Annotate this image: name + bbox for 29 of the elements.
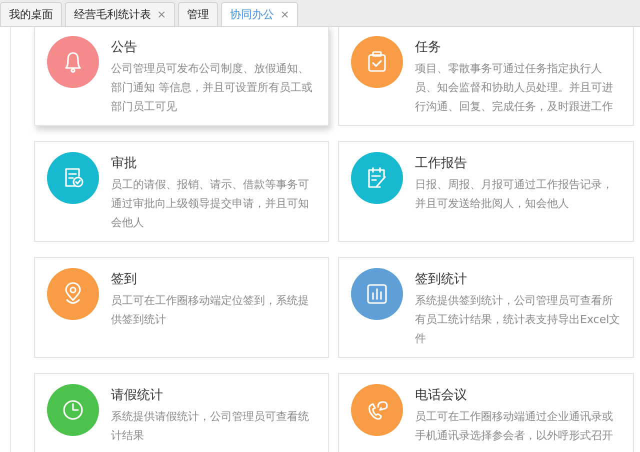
feature-card[interactable]: 签到统计 系统提供签到统计，公司管理员可查看所有员工统计结果，统计表支持导出Excel文件: [338, 257, 634, 358]
feature-card[interactable]: 工作报告 日报、周报、月报可通过工作报告记录，并且可发送给批阅人，知会他人: [338, 141, 634, 242]
card-title: 审批: [111, 155, 138, 172]
tab[interactable]: 管理: [178, 2, 218, 26]
close-icon[interactable]: ×: [280, 8, 290, 21]
card-description: 系统提供请假统计，公司管理员可查看统计结果: [111, 409, 310, 444]
card-title: 签到统计: [415, 271, 468, 288]
card-title: 任务: [415, 39, 442, 56]
card-description: 员工的请假、报销、请示、借款等事务可通过审批向上级领导提交申请，并且可知会他人: [111, 177, 310, 231]
feature-card[interactable]: 签到 员工可在工作圈移动端定位签到，系统提供签到统计: [34, 257, 329, 358]
feature-card[interactable]: 任务 项目、零散事务可通过任务指定执行人员、知会监督和协助人员处理。并且可进行沟通、回复、完成任务，及时跟进工作: [338, 27, 634, 126]
card-description: 系统提供签到统计，公司管理员可查看所有员工统计结果，统计表支持导出Excel文件: [415, 293, 622, 347]
card-description: 员工可在工作圈移动端定位签到，系统提供签到统计: [111, 293, 310, 328]
card-description: 员工可在工作圈移动端通过企业通讯录或手机通讯录选择参会者，以外呼形式召开: [415, 409, 614, 444]
feature-card[interactable]: 审批 员工的请假、报销、请示、借款等事务可通过审批向上级领导提交申请，并且可知会他人: [34, 141, 329, 242]
tab[interactable]: 经营毛利统计表 ×: [65, 2, 176, 26]
card-title: 工作报告: [415, 155, 468, 172]
card-description: 项目、零散事务可通过任务指定执行人员、知会监督和协助人员处理。并且可进行沟通、回复、完成任务，及时跟进工作: [415, 61, 614, 115]
tab[interactable]: 协同办公 ×: [221, 2, 298, 26]
tab[interactable]: 我的桌面: [0, 2, 62, 26]
feature-card[interactable]: 请假统计 系统提供请假统计，公司管理员可查看统计结果: [34, 373, 329, 452]
card-title: 电话会议: [415, 387, 468, 404]
card-description: 公司管理员可发布公司制度、放假通知、部门通知 等信息，并且可设置所有员工或部门员工可见: [111, 61, 314, 115]
card-description: 日报、周报、月报可通过工作报告记录，并且可发送给批阅人，知会他人: [415, 177, 614, 212]
card-title: 请假统计: [111, 387, 164, 404]
feature-card[interactable]: 电话会议 员工可在工作圈移动端通过企业通讯录或手机通讯录选择参会者，以外呼形式召开: [338, 373, 634, 452]
card-title: 签到: [111, 271, 138, 288]
feature-card[interactable]: 公告 公司管理员可发布公司制度、放假通知、部门通知 等信息，并且可设置所有员工或部门员工可见: [34, 27, 329, 126]
card-title: 公告: [111, 39, 138, 56]
